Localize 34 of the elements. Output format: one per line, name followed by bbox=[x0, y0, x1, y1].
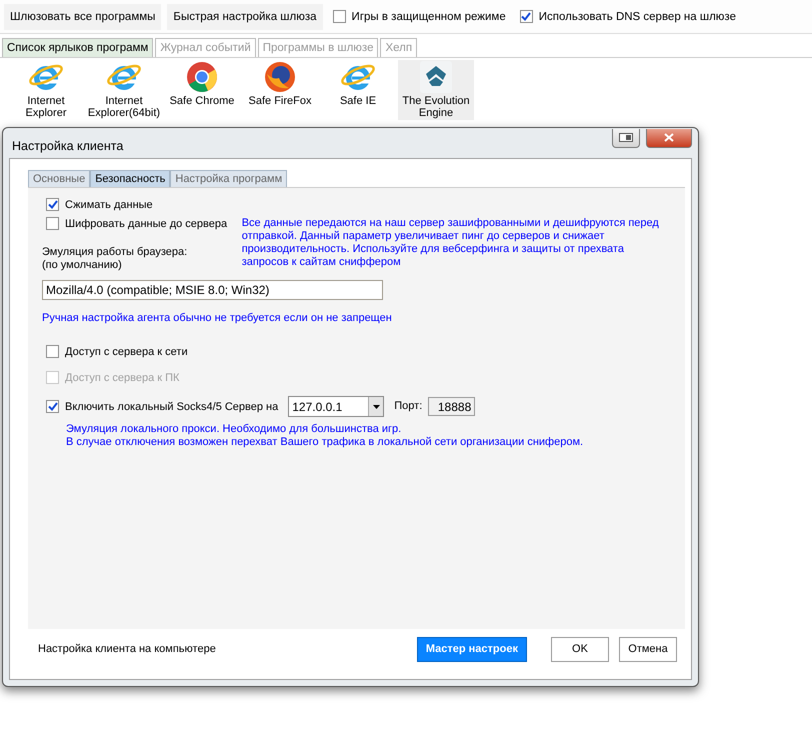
checkbox-label: Сжимать данные bbox=[65, 198, 153, 210]
tab[interactable]: Список ярлыков программ bbox=[2, 38, 154, 57]
info-text: В случае отключения возможен перехват Вашего трафика в локальной сети организации снифером. bbox=[66, 436, 584, 449]
port-field[interactable]: 18888 bbox=[428, 397, 476, 416]
info-text: Эмуляция локального прокси. Необходимо для большинства игр. bbox=[66, 423, 402, 436]
info-text: Ручная настройка агента обычно не требуется если он не запрещен bbox=[42, 312, 393, 325]
toolbar-button[interactable]: Быстрая настройка шлюза bbox=[167, 4, 323, 30]
checkbox-label: Доступ с сервера к ПК bbox=[65, 372, 180, 384]
field-label: (по умолчанию) bbox=[42, 259, 123, 272]
shortcut-item[interactable]: Safe IE bbox=[320, 60, 396, 120]
info-text: Все данные передаются на наш сервер зашифрованными и дешифруются перед отправкой. Данный параметр увеличивает пинг до серверов и снижает производительность. Используйте для вебсерфинга и защиты от прехвата запросов к сайтам сниффером bbox=[242, 217, 660, 269]
tab[interactable]: Основные bbox=[28, 170, 90, 187]
dialog-button[interactable]: Мастер настроек bbox=[416, 636, 527, 662]
port-label: Порт: bbox=[394, 400, 422, 413]
shortcut-item[interactable]: Safe Chrome bbox=[164, 60, 240, 120]
dialog-button[interactable]: OK bbox=[551, 636, 609, 662]
input-field[interactable]: Mozilla/4.0 (compatible; MSIE 8.0; Win32) bbox=[42, 280, 383, 300]
shortcut-item[interactable]: The Evolution Engine bbox=[398, 60, 474, 120]
dialog-button[interactable]: Отмена bbox=[619, 636, 677, 662]
checkbox-label: Включить локальный Socks4/5 Сервер на bbox=[65, 400, 278, 412]
checkbox-label: Шифровать данные до сервера bbox=[65, 218, 228, 230]
status-text: Настройка клиента на компьютере bbox=[38, 642, 217, 656]
shortcut-item[interactable]: Safe FireFox bbox=[242, 60, 318, 120]
field-label: Эмуляция работы браузера: bbox=[42, 246, 188, 259]
shortcut-item[interactable]: Internet Explorer bbox=[8, 60, 84, 120]
tab[interactable]: Настройка программ bbox=[170, 170, 288, 187]
address-dropdown[interactable]: 127.0.0.1 bbox=[288, 396, 384, 417]
checkbox-label: Использовать DNS сервер на шлюзе bbox=[538, 10, 736, 22]
toolbar-button[interactable]: Шлюзовать все программы bbox=[4, 4, 162, 30]
window-title: Настройка клиента bbox=[12, 138, 124, 153]
tab[interactable]: Безопасность bbox=[90, 170, 170, 187]
checkbox-label: Игры в защищенном режиме bbox=[352, 10, 506, 22]
checkbox-label: Доступ с сервера к сети bbox=[65, 346, 188, 358]
shortcut-item[interactable]: Internet Explorer(64bit) bbox=[86, 60, 162, 120]
